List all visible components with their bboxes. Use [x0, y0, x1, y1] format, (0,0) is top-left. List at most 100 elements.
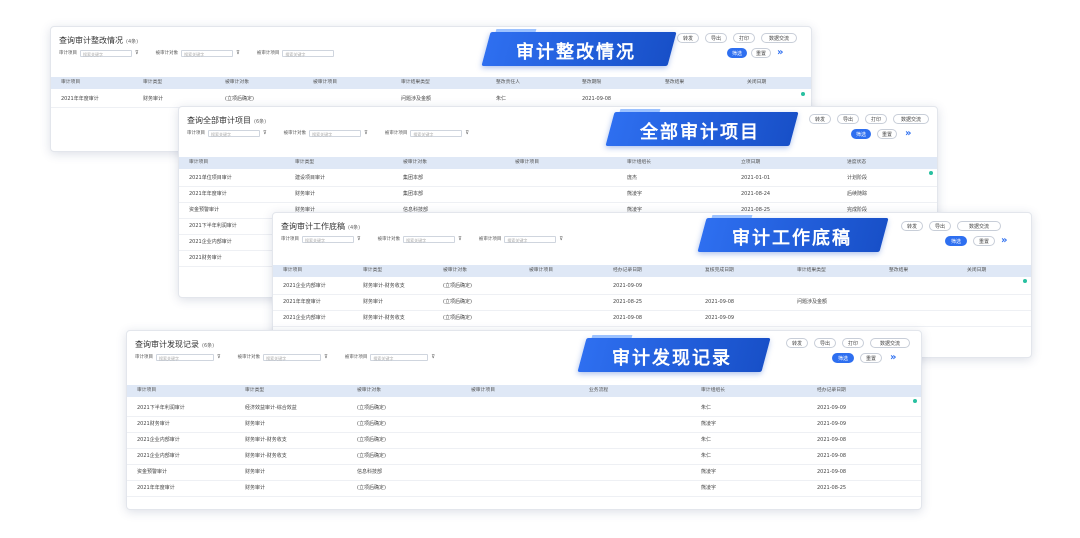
filter-button[interactable]: 筛选 — [832, 353, 854, 363]
table-row[interactable]: 资金预警审计 财务审计 信息科技部 熊凌宇 2021-09-08 — [127, 465, 921, 481]
filter-input-project[interactable]: 搜索关键字 — [302, 235, 354, 243]
card-title: 查询全部审计项目 (6条) — [187, 116, 267, 125]
table-cell: 财务审计-财务收支 — [245, 453, 287, 459]
print-button[interactable]: 打印 — [733, 33, 755, 43]
filter-input-audited[interactable]: 搜索关键字 — [410, 129, 463, 137]
filter-label: 被审计项目 — [384, 131, 408, 136]
print-button[interactable]: 打印 — [842, 338, 864, 348]
table-cell: 2021-09-09 — [817, 405, 847, 411]
filter-bar: 审计项目 搜索关键字 ⊽ 被审计对象 搜索关键字 ⊽ 被审计项目 搜索关键字 ⊽ — [187, 128, 483, 138]
filter-button[interactable]: 筛选 — [945, 236, 967, 246]
filter-icon[interactable]: ⊽ — [458, 236, 462, 242]
column-header: 被审计项目 — [313, 80, 337, 85]
table-cell: 2021企业内部审计 — [283, 283, 326, 289]
data-exchange-button[interactable]: 数据交流 — [870, 338, 910, 348]
expand-icon[interactable]: » — [777, 48, 783, 58]
export-button[interactable]: 导出 — [814, 338, 836, 348]
banner-title: 审计工作底稿 — [732, 228, 852, 249]
reset-button[interactable]: 重置 — [973, 236, 995, 246]
column-header: 被审计对象 — [403, 160, 427, 165]
filter-bar: 审计项目 搜索关键字 ⊽ 被审计对象 搜索关键字 ⊽ 被审计项目 搜索关键字 ⊽ — [281, 234, 577, 244]
filter-icon[interactable]: ⊽ — [364, 130, 368, 136]
table-cell: 2021-09-08 — [613, 315, 643, 321]
filter-input-audited[interactable]: 搜索关键字 — [282, 49, 335, 57]
data-exchange-button[interactable]: 数据交流 — [957, 221, 1001, 231]
column-header: 审计类型 — [295, 160, 315, 165]
filter-input-object[interactable]: 搜索关键字 — [403, 235, 456, 243]
filter-icon[interactable]: ⊽ — [324, 354, 328, 360]
reset-button[interactable]: 重置 — [751, 48, 771, 58]
filter-input-object[interactable]: 搜索关键字 — [309, 129, 362, 137]
export-button[interactable]: 导出 — [705, 33, 727, 43]
column-header: 经办记录日期 — [817, 388, 846, 393]
table-cell: 熊凌宇 — [701, 485, 717, 491]
filter-icon[interactable]: ⊽ — [217, 354, 221, 360]
filter-icon[interactable]: ⊽ — [263, 130, 267, 136]
forward-button[interactable]: 转发 — [809, 114, 831, 124]
table-cell: (立项后确定) — [357, 485, 386, 491]
table-cell: 集团本部 — [403, 191, 424, 197]
export-button[interactable]: 导出 — [929, 221, 951, 231]
filter-icon[interactable]: ⊽ — [357, 236, 361, 242]
reset-button[interactable]: 重置 — [877, 129, 897, 139]
filter-button[interactable]: 筛选 — [851, 129, 871, 139]
column-header: 关闭日期 — [747, 80, 767, 85]
filter-input-object[interactable]: 搜索关键字 — [181, 49, 234, 57]
print-button[interactable]: 打印 — [865, 114, 887, 124]
card-title: 查询审计整改情况 (4条) — [59, 36, 139, 45]
table-cell: (立项后确定) — [225, 96, 254, 102]
table-row[interactable]: 2021企业内部审计 财务审计-财务收支 (立项后确定) 朱仁 2021-09-… — [127, 449, 921, 465]
column-header: 审计组组长 — [701, 388, 725, 393]
table-cell: 2021下半年利润审计 — [137, 405, 185, 411]
column-header: 审计类型 — [245, 388, 265, 393]
table-row[interactable]: 2021年年度审计 财务审计 集团本部 熊凌宇 2021-08-24 后续随踪 — [179, 187, 937, 203]
table-row[interactable]: 2021企业内部审计 财务审计-财务收支 (立项后确定) 2021-09-09 — [273, 279, 1031, 295]
expand-icon[interactable]: » — [890, 353, 896, 363]
filter-button[interactable]: 筛选 — [727, 48, 747, 58]
table-cell: 财务审计 — [363, 299, 384, 305]
column-header: 被审计项目 — [471, 388, 495, 393]
table-cell: 2021-08-24 — [741, 191, 771, 197]
table-row[interactable]: 2021年年度审计 财务审计 (立项后确定) 2021-08-25 2021-0… — [273, 295, 1031, 311]
table-row[interactable]: 2021下半年利润审计 经济效益审计-综合效益 (立项后确定) 朱仁 2021-… — [127, 401, 921, 417]
forward-button[interactable]: 转发 — [677, 33, 699, 43]
filter-input-object[interactable]: 搜索关键字 — [263, 353, 322, 361]
filter-icon[interactable]: ⊽ — [559, 236, 563, 242]
table-cell: 2021-09-08 — [705, 299, 735, 305]
table-cell: 2021-08-25 — [613, 299, 643, 305]
table-cell: 问题涉及金额 — [401, 96, 432, 102]
filter-input-audited[interactable]: 搜索关键字 — [370, 353, 429, 361]
column-header: 审计项目 — [283, 268, 303, 273]
forward-button[interactable]: 转发 — [786, 338, 808, 348]
expand-icon[interactable]: » — [1001, 236, 1007, 246]
data-exchange-button[interactable]: 数据交流 — [893, 114, 929, 124]
table-cell: 2021-09-08 — [817, 437, 847, 443]
filter-icon[interactable]: ⊽ — [465, 130, 469, 136]
export-button[interactable]: 导出 — [837, 114, 859, 124]
table-row[interactable]: 2021企业内部审计 财务审计-财务收支 (立项后确定) 2021-09-08 … — [273, 311, 1031, 327]
filter-input-project[interactable]: 搜索关键字 — [156, 353, 214, 361]
data-exchange-button[interactable]: 数据交流 — [761, 33, 797, 43]
filter-input-project[interactable]: 搜索关键字 — [208, 129, 260, 137]
filter-icon[interactable]: ⊽ — [236, 50, 240, 56]
table-cell: 2021企业内部审计 — [283, 315, 326, 321]
table-cell: 2021企业内部审计 — [137, 437, 180, 443]
forward-button[interactable]: 转发 — [901, 221, 923, 231]
table-row[interactable]: 2021财务审计 财务审计 (立项后确定) 熊凌宇 2021-09-09 — [127, 417, 921, 433]
filter-icon[interactable]: ⊽ — [135, 50, 139, 56]
table-cell: 2021财务审计 — [189, 255, 222, 261]
column-header: 整改结果 — [665, 80, 685, 85]
filter-input-project[interactable]: 搜索关键字 — [80, 49, 132, 57]
table-row[interactable]: 2021年年度审计 财务审计 (立项后确定) 熊凌宇 2021-08-25 — [127, 481, 921, 497]
table-cell: (立项后确定) — [443, 283, 472, 289]
table-cell: 财务审计 — [245, 485, 266, 491]
reset-button[interactable]: 重置 — [860, 353, 882, 363]
table-row[interactable]: 2021单位项目审计 建设项目审计 集团本部 庞杰 2021-01-01 计划阶… — [179, 171, 937, 187]
table-row[interactable]: 2021企业内部审计 财务审计-财务收支 (立项后确定) 朱仁 2021-09-… — [127, 433, 921, 449]
banner-accent — [591, 335, 633, 338]
table-cell: 2021单位项目审计 — [189, 175, 232, 181]
card-title: 查询审计发现记录 (6条) — [135, 340, 215, 349]
filter-icon[interactable]: ⊽ — [431, 354, 435, 360]
filter-input-audited[interactable]: 搜索关键字 — [504, 235, 557, 243]
expand-icon[interactable]: » — [905, 129, 911, 139]
